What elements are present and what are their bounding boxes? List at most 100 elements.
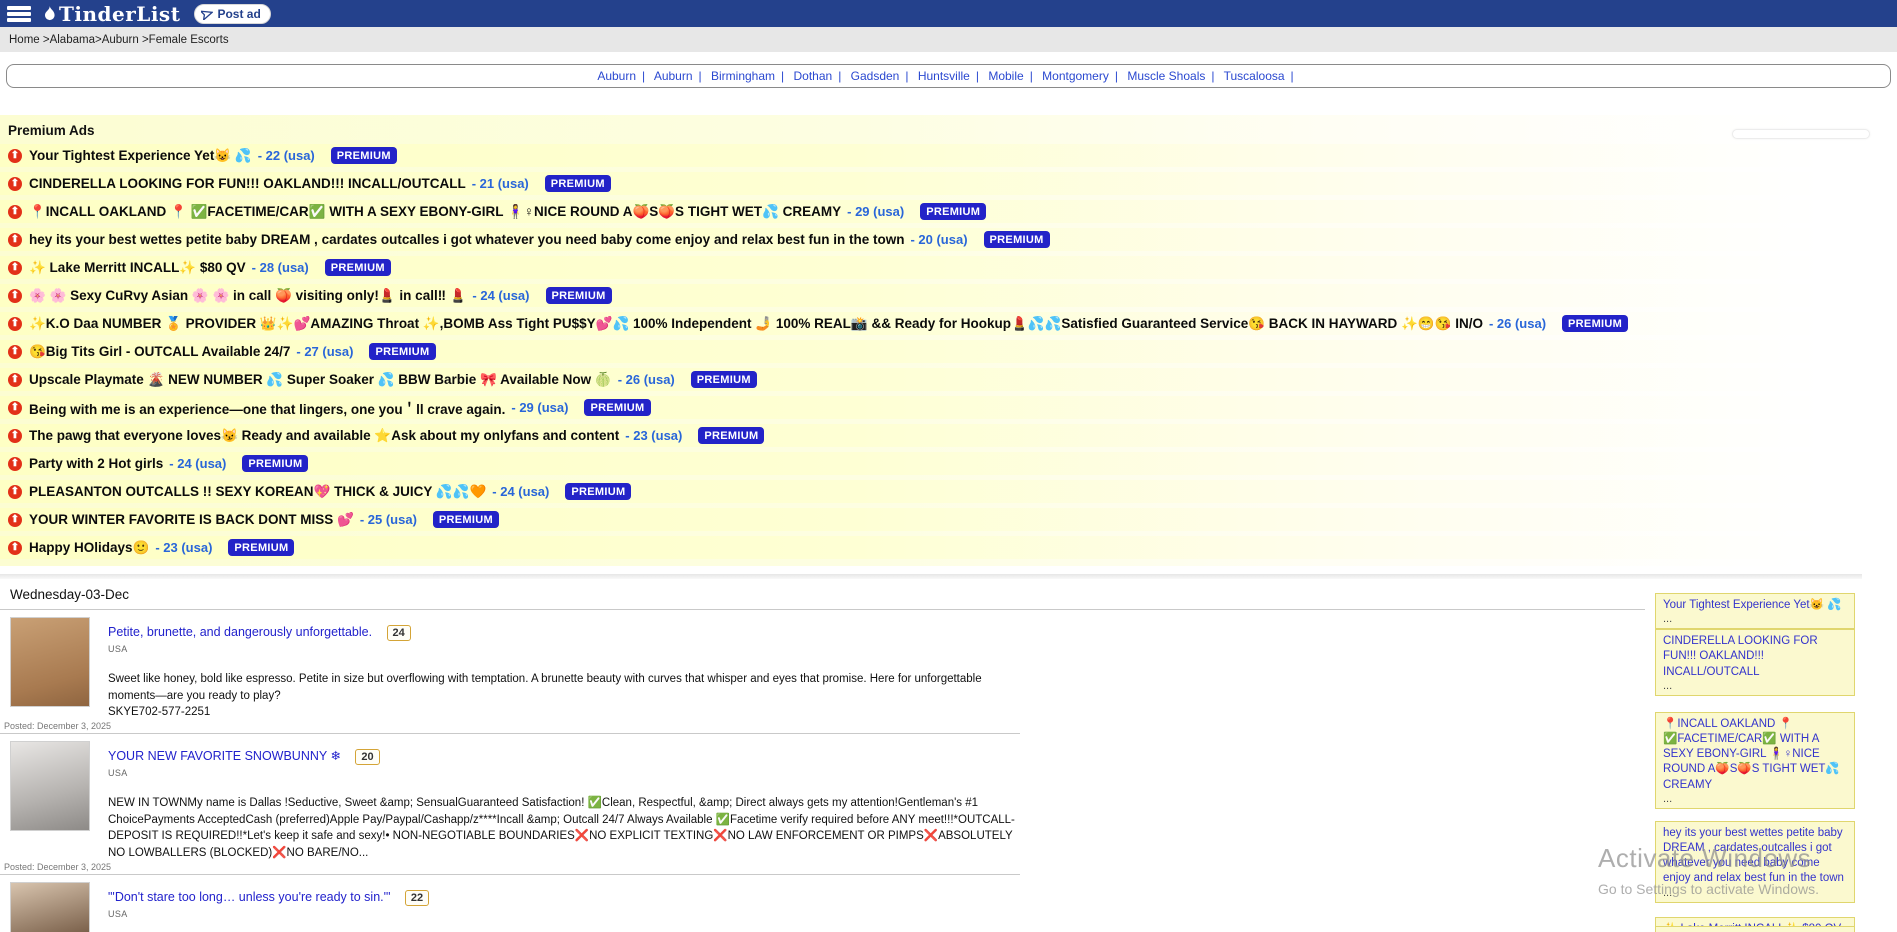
premium-ad-age-link[interactable]: - 24 (usa) bbox=[492, 484, 549, 499]
premium-badge[interactable]: PREMIUM bbox=[1562, 315, 1628, 332]
up-arrow-icon: ⬆ bbox=[8, 261, 22, 275]
premium-badge[interactable]: PREMIUM bbox=[433, 511, 499, 528]
menu-icon[interactable] bbox=[6, 4, 32, 24]
listing-country: USA bbox=[108, 768, 1020, 778]
listing-thumbnail[interactable] bbox=[10, 617, 90, 707]
city-separator: | bbox=[1115, 69, 1118, 83]
premium-ad-title[interactable]: The pawg that everyone loves😼 Ready and … bbox=[29, 428, 619, 444]
premium-badge[interactable]: PREMIUM bbox=[546, 287, 612, 304]
premium-ad-row: ⬆ ✨ Lake Merritt INCALL✨ $80 QV - 28 (us… bbox=[0, 256, 1897, 279]
city-link[interactable]: Tuscaloosa bbox=[1224, 69, 1285, 83]
premium-ad-age-link[interactable]: - 21 (usa) bbox=[472, 176, 529, 191]
listing-thumbnail[interactable] bbox=[10, 882, 90, 932]
listing-title-link[interactable]: YOUR NEW FAVORITE SNOWBUNNY ❄ bbox=[108, 749, 341, 763]
city-link[interactable]: Gadsden bbox=[851, 69, 900, 83]
premium-ad-age-link[interactable]: - 23 (usa) bbox=[155, 540, 212, 555]
listing-contact: SKYE702-577-2251 bbox=[108, 704, 1020, 721]
sidebar-ad-more[interactable]: ... bbox=[1663, 793, 1847, 805]
sidebar-ad-box: Your Tightest Experience Yet😺 💦 ... bbox=[1655, 593, 1855, 629]
premium-ad-age-link[interactable]: - 24 (usa) bbox=[472, 288, 529, 303]
premium-ad-age-link[interactable]: - 28 (usa) bbox=[252, 260, 309, 275]
listing-description: Sweet like honey, bold like espresso. Pe… bbox=[108, 671, 1020, 704]
premium-ad-age-link[interactable]: - 24 (usa) bbox=[169, 456, 226, 471]
premium-ad-title[interactable]: Happy HOlidays🙂 bbox=[29, 540, 149, 556]
premium-badge[interactable]: PREMIUM bbox=[325, 259, 391, 276]
premium-ad-title[interactable]: 📍INCALL OAKLAND 📍 ✅FACETIME/CAR✅ WITH A … bbox=[29, 204, 841, 220]
sidebar-ad-more[interactable]: ... bbox=[1663, 887, 1847, 899]
city-link[interactable]: Dothan bbox=[793, 69, 832, 83]
premium-badge[interactable]: PREMIUM bbox=[920, 203, 986, 220]
listing-country: USA bbox=[108, 909, 1020, 919]
premium-ad-title[interactable]: hey its your best wettes petite baby DRE… bbox=[29, 232, 904, 247]
premium-ad-age-link[interactable]: - 29 (usa) bbox=[847, 204, 904, 219]
premium-ad-title[interactable]: Upscale Playmate 🌋 NEW NUMBER 💦 Super So… bbox=[29, 372, 612, 388]
premium-ad-title[interactable]: 🌸 🌸 Sexy CuRvy Asian 🌸 🌸 in call 🍑 visit… bbox=[29, 288, 466, 304]
premium-ad-age-link[interactable]: - 25 (usa) bbox=[360, 512, 417, 527]
premium-ad-title[interactable]: 😘Big Tits Girl - OUTCALL Available 24/7 bbox=[29, 344, 290, 360]
breadcrumb[interactable]: Home >Alabama>Auburn >Female Escorts bbox=[0, 27, 1897, 52]
city-link[interactable]: Birmingham bbox=[711, 69, 775, 83]
premium-ad-age-link[interactable]: - 27 (usa) bbox=[296, 344, 353, 359]
premium-ad-title[interactable]: ✨K.O Daa NUMBER 🏅 PROVIDER 👑✨💕AMAZING Th… bbox=[29, 316, 1483, 332]
premium-badge[interactable]: PREMIUM bbox=[331, 147, 397, 164]
premium-badge[interactable]: PREMIUM bbox=[584, 399, 650, 416]
sidebar-ad-link[interactable]: Your Tightest Experience Yet😺 💦 bbox=[1663, 599, 1841, 611]
listings-section: Petite, brunette, and dangerously unforg… bbox=[0, 610, 1897, 932]
premium-badge[interactable]: PREMIUM bbox=[228, 539, 294, 556]
city-link[interactable]: Muscle Shoals bbox=[1127, 69, 1205, 83]
sidebar-ad-link[interactable]: CINDERELLA LOOKING FOR FUN!!! OAKLAND!!!… bbox=[1663, 635, 1818, 677]
premium-badge[interactable]: PREMIUM bbox=[565, 483, 631, 500]
premium-ad-age-link[interactable]: - 26 (usa) bbox=[1489, 316, 1546, 331]
premium-ads-list: ⬆ Your Tightest Experience Yet😺 💦 - 22 (… bbox=[0, 144, 1897, 559]
listing-row: YOUR NEW FAVORITE SNOWBUNNY ❄ 20 USA NEW… bbox=[0, 734, 1020, 875]
premium-ads-heading: Premium Ads bbox=[0, 115, 1897, 144]
city-separator: | bbox=[1211, 69, 1214, 83]
brand-logo[interactable]: TinderList bbox=[40, 2, 180, 26]
up-arrow-icon: ⬆ bbox=[8, 541, 22, 555]
premium-badge[interactable]: PREMIUM bbox=[691, 371, 757, 388]
city-link[interactable]: Mobile bbox=[988, 69, 1023, 83]
premium-ad-age-link[interactable]: - 29 (usa) bbox=[511, 400, 568, 415]
city-link[interactable]: Huntsville bbox=[918, 69, 970, 83]
premium-ad-title[interactable]: Party with 2 Hot girls bbox=[29, 456, 163, 471]
up-arrow-icon: ⬆ bbox=[8, 177, 22, 191]
date-heading: Wednesday-03-Dec bbox=[0, 579, 1645, 610]
premium-ad-title[interactable]: Being with me is an experience—one that … bbox=[29, 398, 505, 418]
age-badge: 22 bbox=[405, 890, 429, 906]
premium-badge[interactable]: PREMIUM bbox=[984, 231, 1050, 248]
city-link[interactable]: Montgomery bbox=[1042, 69, 1109, 83]
premium-ad-row: ⬆ Being with me is an experience—one tha… bbox=[0, 396, 1897, 419]
premium-ad-title[interactable]: Your Tightest Experience Yet😺 💦 bbox=[29, 148, 252, 164]
listing-row: "'Don't stare too long… unless you're re… bbox=[0, 875, 1020, 932]
city-link[interactable]: Auburn bbox=[597, 69, 636, 83]
premium-ad-title[interactable]: ✨ Lake Merritt INCALL✨ $80 QV bbox=[29, 260, 246, 276]
sidebar-ad-link[interactable]: hey its your best wettes petite baby DRE… bbox=[1663, 827, 1844, 885]
scroll-indicator[interactable] bbox=[1732, 129, 1870, 139]
premium-ad-title[interactable]: CINDERELLA LOOKING FOR FUN!!! OAKLAND!!!… bbox=[29, 176, 466, 191]
premium-badge[interactable]: PREMIUM bbox=[698, 427, 764, 444]
brand-text: TinderList bbox=[59, 2, 180, 26]
premium-badge[interactable]: PREMIUM bbox=[369, 343, 435, 360]
premium-ads-section: Premium Ads ⬆ Your Tightest Experience Y… bbox=[0, 115, 1897, 566]
premium-badge[interactable]: PREMIUM bbox=[545, 175, 611, 192]
premium-ad-age-link[interactable]: - 20 (usa) bbox=[910, 232, 967, 247]
listing-thumbnail[interactable] bbox=[10, 741, 90, 831]
sidebar-ad-link[interactable]: 📍INCALL OAKLAND 📍 ✅FACETIME/CAR✅ WITH A … bbox=[1663, 718, 1840, 791]
listing-title-link[interactable]: Petite, brunette, and dangerously unforg… bbox=[108, 625, 372, 639]
listing-country: USA bbox=[108, 644, 1020, 654]
city-link[interactable]: Auburn bbox=[654, 69, 693, 83]
listing-title-link[interactable]: "'Don't stare too long… unless you're re… bbox=[108, 890, 390, 904]
premium-badge[interactable]: PREMIUM bbox=[242, 455, 308, 472]
premium-ad-age-link[interactable]: - 22 (usa) bbox=[258, 148, 315, 163]
up-arrow-icon: ⬆ bbox=[8, 485, 22, 499]
premium-ad-age-link[interactable]: - 23 (usa) bbox=[625, 428, 682, 443]
sidebar-ad-box: hey its your best wettes petite baby DRE… bbox=[1655, 821, 1855, 903]
sidebar-ad-more[interactable]: ... bbox=[1663, 613, 1847, 625]
premium-ad-title[interactable]: YOUR WINTER FAVORITE IS BACK DONT MISS 💕 bbox=[29, 512, 354, 528]
listing-posted-date: Posted: December 3, 2025 bbox=[4, 721, 111, 731]
city-separator: | bbox=[699, 69, 702, 83]
premium-ad-age-link[interactable]: - 26 (usa) bbox=[618, 372, 675, 387]
premium-ad-title[interactable]: PLEASANTON OUTCALLS !! SEXY KOREAN💖 THIC… bbox=[29, 484, 486, 500]
post-ad-button[interactable]: Post ad bbox=[194, 4, 270, 24]
sidebar-ad-more[interactable]: ... bbox=[1663, 680, 1847, 692]
